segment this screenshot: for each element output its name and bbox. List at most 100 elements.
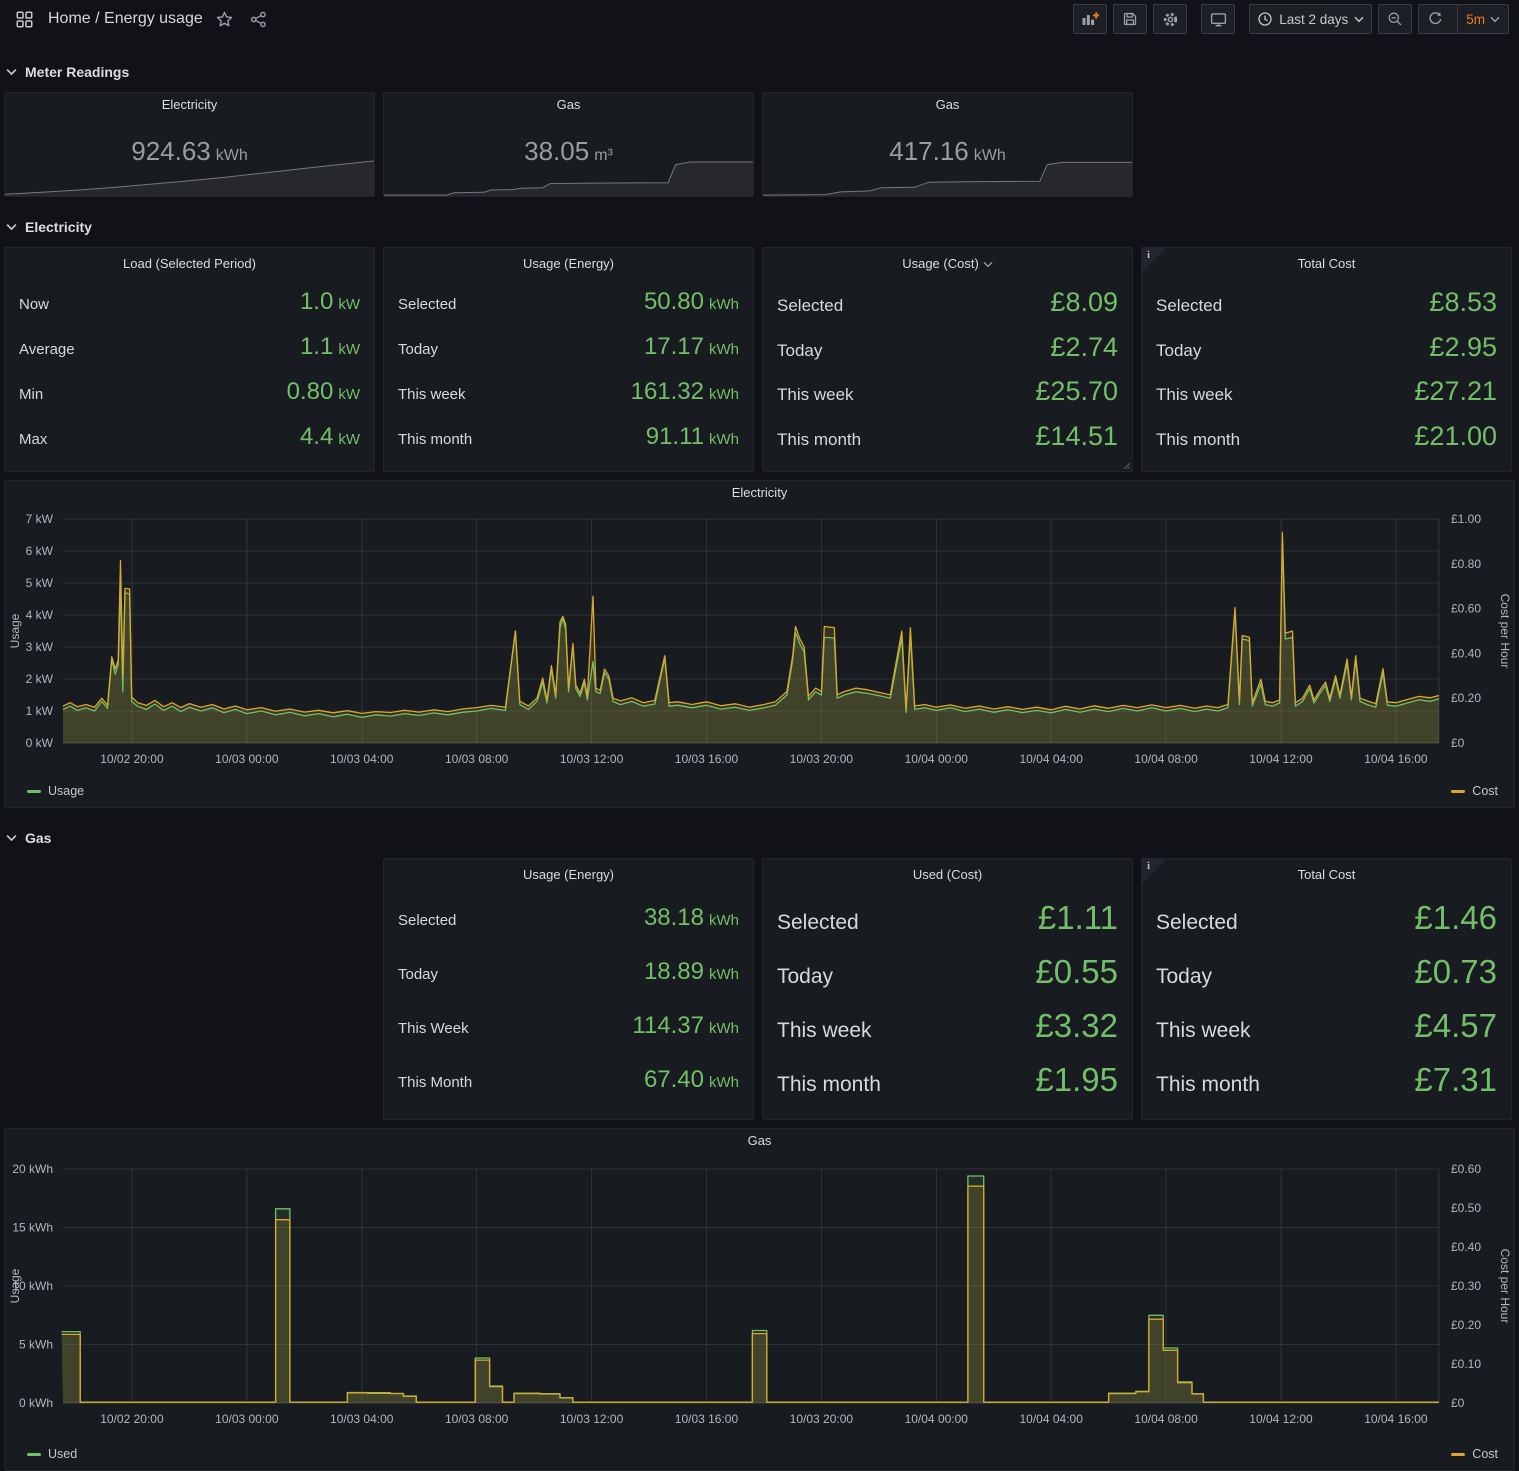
panel-gas-kwh-meter: Gas 417.16kWh <box>762 92 1133 197</box>
panel-title[interactable]: Load (Selected Period) <box>19 252 360 276</box>
legend-item-usage[interactable]: Usage <box>27 784 84 798</box>
x-tick-label: 10/03 16:00 <box>675 1412 739 1426</box>
y-tick-label: 15 kWh <box>12 1221 53 1235</box>
panel-electricity-total-cost: i Total Cost Selected £8.53 Today £2.95 … <box>1141 247 1512 472</box>
section-chevron-icon <box>6 834 17 842</box>
panel-title[interactable]: Usage (Energy) <box>398 252 739 276</box>
stat-row: Selected £8.53 <box>1156 287 1497 318</box>
x-tick-label: 10/04 08:00 <box>1134 752 1198 766</box>
stat-label: Now <box>19 296 49 313</box>
panel-title[interactable]: Electricity <box>5 93 374 117</box>
panel-title[interactable]: Used (Cost) <box>777 863 1118 887</box>
panel-electricity-meter: Electricity 924.63kWh <box>4 92 375 197</box>
add-panel-button[interactable] <box>1073 4 1107 34</box>
stat-value: £0.73 <box>1414 953 1497 991</box>
x-tick-label: 10/02 20:00 <box>100 752 164 766</box>
y2-tick-label: £0.60 <box>1451 602 1481 616</box>
panel-title[interactable]: Gas <box>763 93 1132 117</box>
section-gas[interactable]: Gas <box>4 824 1515 852</box>
stat-value: £0.55 <box>1035 953 1118 991</box>
stat-row: This Month 67.40kWh <box>398 1066 739 1094</box>
panel-title[interactable]: Usage (Energy) <box>398 863 739 887</box>
gas-stats-row: Usage (Energy) Selected 38.18kWh Today 1… <box>4 858 1515 1120</box>
legend-item-cost[interactable]: Cost <box>1451 784 1498 798</box>
stat-label: This Week <box>398 1020 469 1037</box>
stat-label: Today <box>398 966 438 983</box>
x-tick-label: 10/03 00:00 <box>215 1412 279 1426</box>
stat-label: This month <box>777 430 861 450</box>
stat-value: £2.95 <box>1429 332 1497 363</box>
panel-electricity-usage-cost: Usage (Cost) Selected £8.09 Today £2.74 … <box>762 247 1133 472</box>
panel-title[interactable]: Gas <box>384 93 753 117</box>
time-range-picker[interactable]: Last 2 days <box>1249 4 1372 34</box>
x-tick-label: 10/03 08:00 <box>445 752 509 766</box>
share-icon[interactable] <box>247 7 271 31</box>
panel-menu-chevron-icon[interactable] <box>983 261 993 268</box>
panel-title[interactable]: Usage (Cost) <box>777 252 1118 276</box>
stat-value: 91.11kWh <box>646 423 739 451</box>
stat-label: Today <box>777 965 833 989</box>
chart-legend: Used Cost <box>5 1442 1514 1466</box>
legend-swatch <box>1451 1453 1465 1456</box>
refresh-interval-segment[interactable]: 5m <box>1457 5 1508 33</box>
stat-row: Average 1.1kW <box>19 333 360 361</box>
panel-title[interactable]: Electricity <box>5 481 1514 505</box>
series-line-2 <box>62 1186 1439 1402</box>
x-tick-label: 10/03 04:00 <box>330 752 394 766</box>
stat-value: 4.4kW <box>300 423 360 451</box>
y2-tick-label: £0.40 <box>1451 646 1481 660</box>
stat-value: £1.11 <box>1038 899 1118 937</box>
stat-value: 1.0kW <box>300 288 360 316</box>
electricity-time-series[interactable]: 10/02 20:0010/03 00:0010/03 04:0010/03 0… <box>5 505 1514 773</box>
zoom-out-time-button[interactable] <box>1378 4 1412 34</box>
x-tick-label: 10/04 00:00 <box>905 1412 969 1426</box>
y-tick-label: 20 kWh <box>12 1162 53 1176</box>
section-meter-readings[interactable]: Meter Readings <box>4 58 1515 86</box>
gas-time-series[interactable]: 10/02 20:0010/03 00:0010/03 04:0010/03 0… <box>5 1153 1514 1436</box>
y-tick-label: 2 kW <box>26 672 54 686</box>
stat-row: This month £1.95 <box>777 1061 1118 1099</box>
panel-title[interactable]: Total Cost <box>1156 252 1497 276</box>
stat-value: 1.1kW <box>300 333 360 361</box>
refresh-icon <box>1427 11 1443 27</box>
stat-row: Selected £1.46 <box>1156 899 1497 937</box>
save-dashboard-button[interactable] <box>1113 4 1147 34</box>
y2-tick-label: £0.10 <box>1451 1357 1481 1371</box>
legend-item-used[interactable]: Used <box>27 1447 77 1461</box>
star-icon[interactable] <box>213 7 237 31</box>
meter-readings-row: Electricity 924.63kWh Gas 38.05m³ Gas 41… <box>4 92 1515 197</box>
panel-title[interactable]: Total Cost <box>1156 863 1497 887</box>
x-tick-label: 10/04 16:00 <box>1364 752 1428 766</box>
panel-title[interactable]: Gas <box>5 1129 1514 1153</box>
stat-row: This month 91.11kWh <box>398 423 739 451</box>
dashboard-settings-button[interactable] <box>1153 4 1187 34</box>
x-tick-label: 10/04 12:00 <box>1249 752 1313 766</box>
series-line-1 <box>62 1176 1439 1402</box>
panel-resize-handle[interactable] <box>1122 461 1130 469</box>
breadcrumb[interactable]: Home / Energy usage <box>48 10 203 28</box>
x-tick-label: 10/02 20:00 <box>100 1412 164 1426</box>
stat-label: Today <box>777 341 822 361</box>
y-tick-label: 7 kW <box>26 512 54 526</box>
section-electricity[interactable]: Electricity <box>4 213 1515 241</box>
stat-row: Selected 50.80kWh <box>398 288 739 316</box>
stat-value: £27.21 <box>1414 376 1497 407</box>
dashboards-grid-icon[interactable] <box>12 7 36 31</box>
y2-tick-label: £0.40 <box>1451 1240 1481 1254</box>
y2-tick-label: £0 <box>1451 736 1465 750</box>
refresh-now-segment[interactable] <box>1419 5 1451 33</box>
stat-label: This week <box>1156 385 1233 405</box>
section-title: Gas <box>25 830 51 846</box>
panel-info-corner[interactable] <box>1142 248 1166 272</box>
stat-value: 0.80kW <box>287 378 360 406</box>
stat-label: Today <box>398 341 438 358</box>
tv-mode-button[interactable] <box>1201 4 1235 34</box>
refresh-button[interactable]: 5m <box>1418 4 1509 34</box>
x-tick-label: 10/03 04:00 <box>330 1412 394 1426</box>
legend-item-cost[interactable]: Cost <box>1451 1447 1498 1461</box>
chevron-down-icon <box>1490 16 1500 23</box>
stat-value: £14.51 <box>1035 421 1118 452</box>
panel-info-corner[interactable] <box>1142 859 1166 883</box>
x-tick-label: 10/03 20:00 <box>790 752 854 766</box>
stat-value: £1.95 <box>1035 1061 1118 1099</box>
